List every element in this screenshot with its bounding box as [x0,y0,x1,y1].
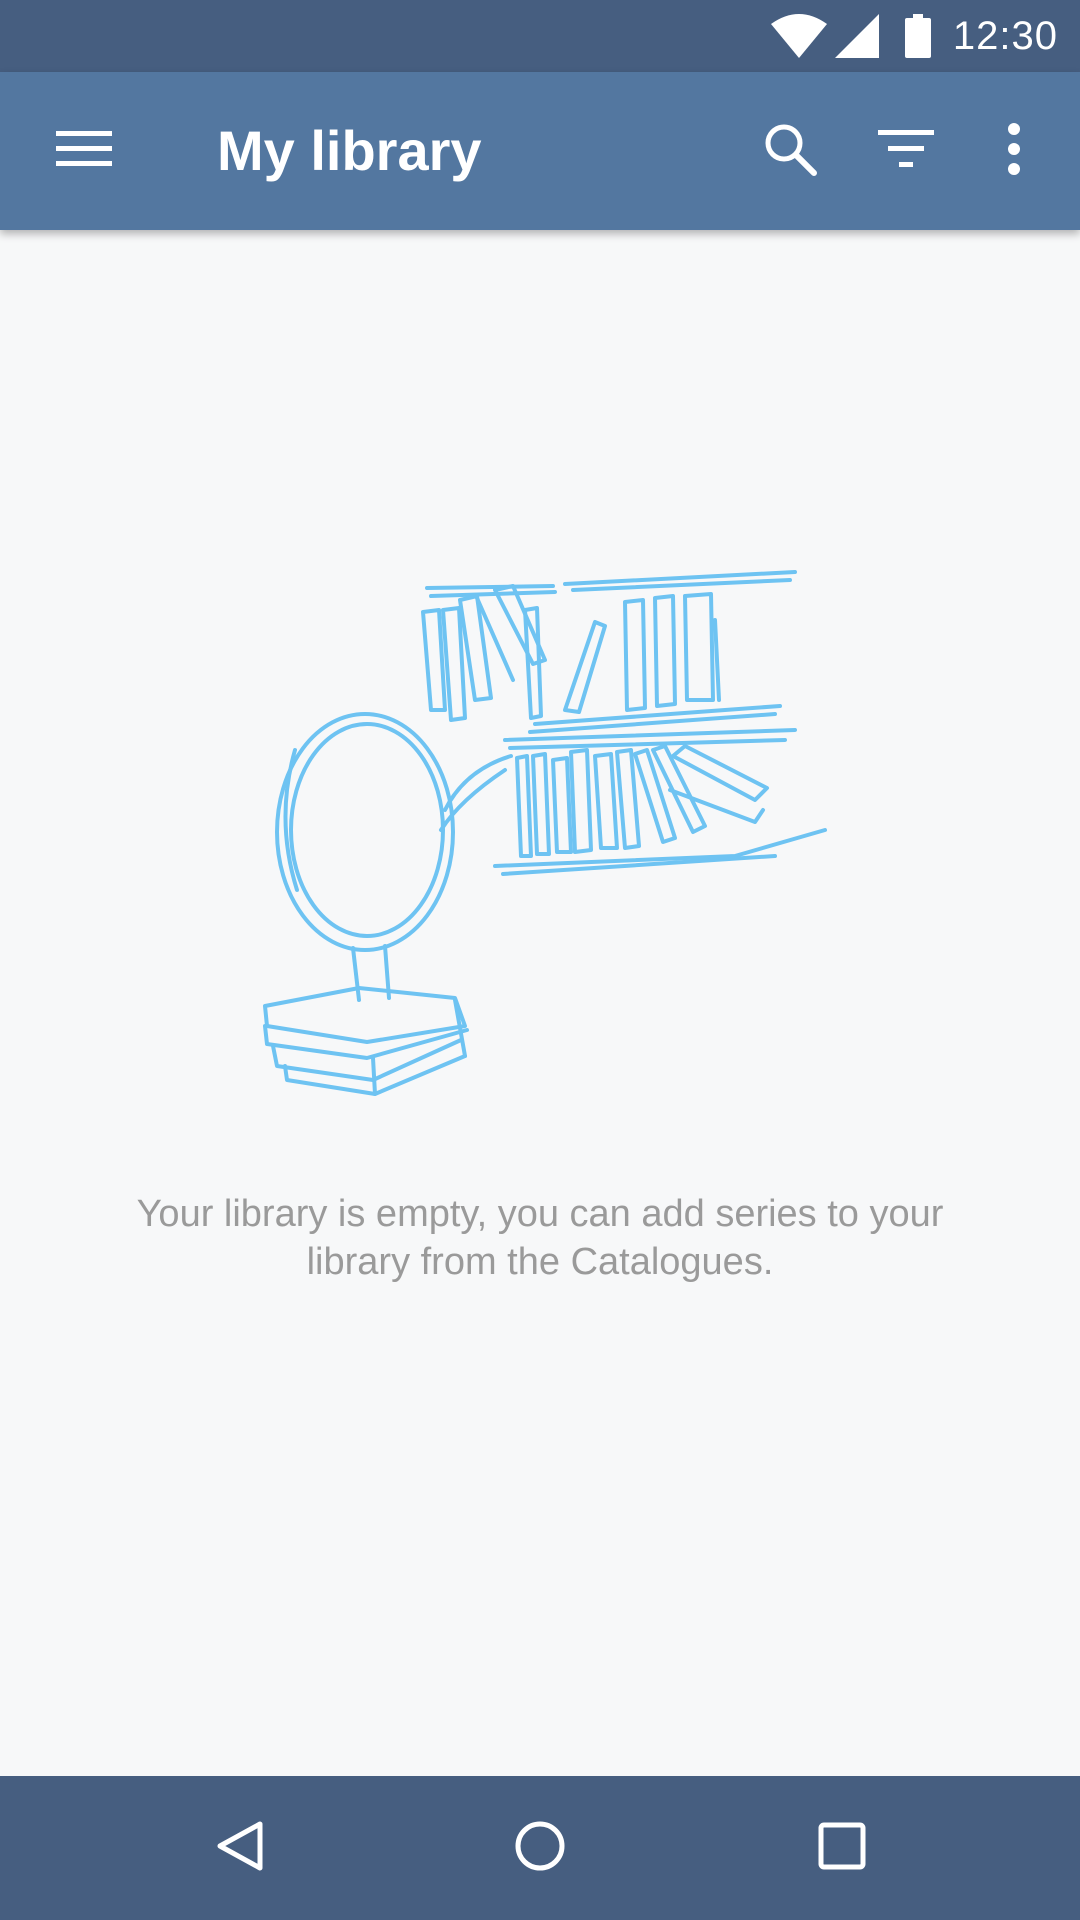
more-vert-icon [1006,122,1022,180]
battery-icon [904,14,931,58]
menu-icon [56,129,112,174]
app-bar: My library [0,72,1080,230]
search-icon [763,122,817,181]
bookshelf-magnifier-illustration [255,560,835,1100]
back-button[interactable] [180,1776,300,1920]
filter-icon [878,129,934,173]
page-title: My library [217,119,482,182]
status-time: 12:30 [952,13,1058,58]
cell-signal-icon [834,14,879,58]
status-bar: 12:30 [0,0,1080,72]
system-nav-bar [0,1776,1080,1920]
back-icon [215,1820,265,1877]
more-options-button[interactable] [964,72,1064,230]
home-button[interactable] [480,1776,600,1920]
wifi-icon [770,14,827,58]
status-icons: 12:30 [770,0,1058,72]
recents-icon [817,1821,867,1876]
library-screen: 12:30 My library Your library is empty, … [0,0,1080,1920]
search-button[interactable] [740,72,840,230]
menu-button[interactable] [34,72,134,230]
filter-button[interactable] [856,72,956,230]
recents-button[interactable] [782,1776,902,1920]
home-icon [514,1820,566,1877]
empty-library-message: Your library is empty, you can add serie… [136,1193,944,1283]
